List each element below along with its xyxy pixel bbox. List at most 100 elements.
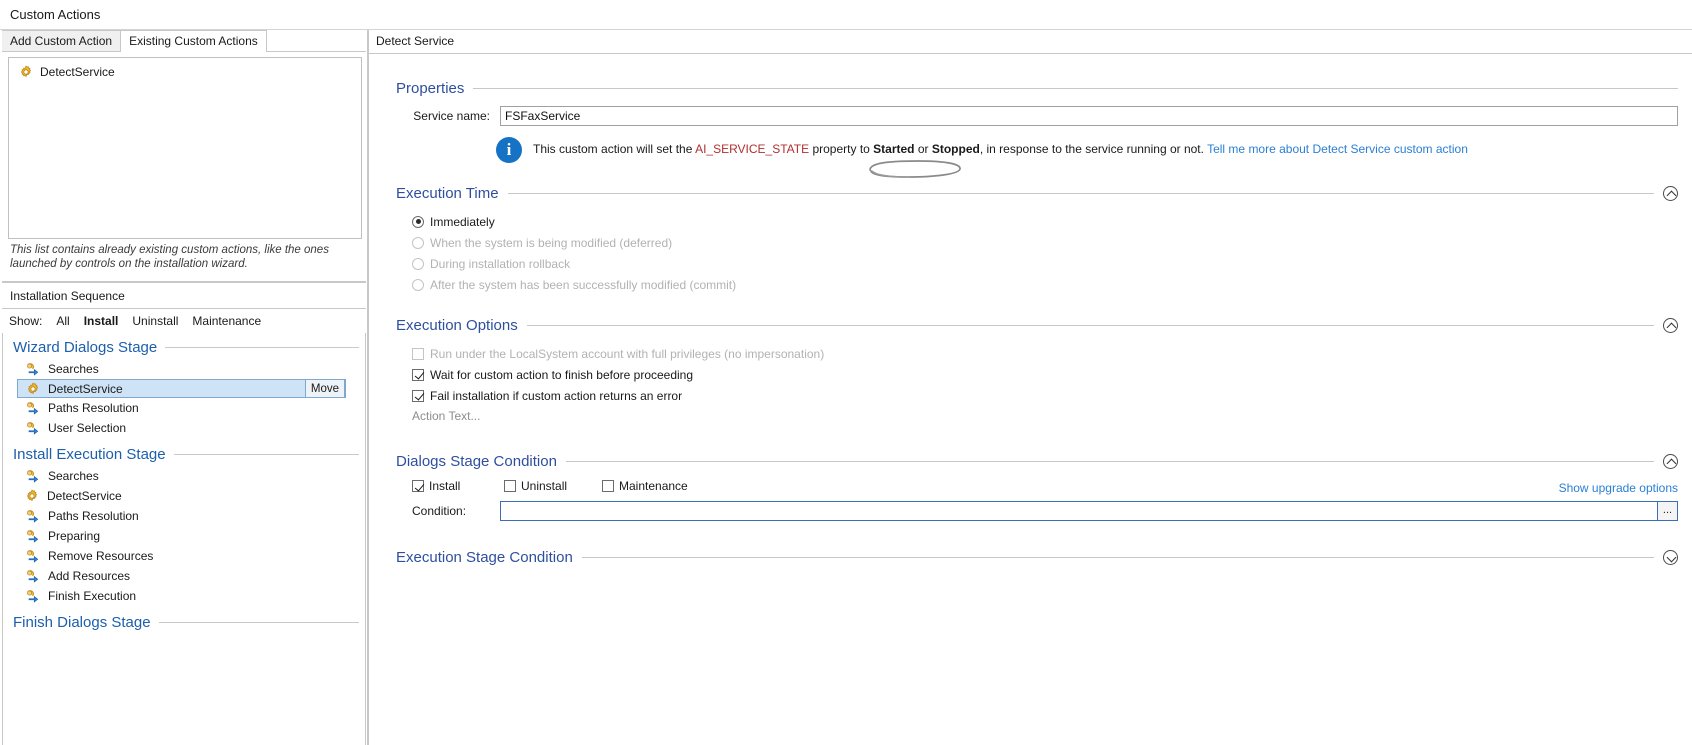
list-item-label: DetectService: [40, 65, 115, 79]
sequence-item-paths-resolution[interactable]: Paths Resolution: [3, 398, 365, 418]
condition-browse-button[interactable]: ...: [1658, 501, 1678, 521]
sequence-item-remove-resources[interactable]: Remove Resources: [3, 546, 365, 566]
checkbox-maintenance[interactable]: [602, 480, 614, 492]
tab-add-custom-action[interactable]: Add Custom Action: [2, 30, 122, 51]
info-text-or: or: [914, 142, 932, 156]
show-filter-maintenance[interactable]: Maintenance: [192, 314, 261, 328]
main-split-container: Add Custom Action Existing Custom Action…: [0, 30, 1692, 745]
checkbox-row-localsystem[interactable]: Run under the LocalSystem account with f…: [396, 343, 1678, 364]
sequence-item-label: Remove Resources: [48, 549, 154, 563]
chevron-up-icon[interactable]: [1663, 454, 1678, 469]
stage-header-label: Install Execution Stage: [13, 445, 166, 463]
checkbox-install[interactable]: [412, 480, 424, 492]
existing-custom-actions-list[interactable]: DetectService: [8, 57, 362, 239]
dialogs-stage-condition-checks: Install Uninstall Maintenance Show upgra…: [396, 479, 1678, 495]
radio-commit[interactable]: [412, 278, 424, 291]
info-state-stopped: Stopped: [931, 142, 980, 156]
checkbox-row-fail[interactable]: Fail installation if custom action retur…: [396, 385, 1678, 406]
checkbox-row-maintenance[interactable]: Maintenance: [602, 479, 688, 493]
radio-rollback[interactable]: [412, 257, 424, 270]
show-filter-install[interactable]: Install: [84, 314, 119, 328]
section-dialogs-stage-condition-title: Dialogs Stage Condition: [396, 453, 557, 470]
gear-icon: [20, 65, 32, 78]
info-property-name: AI_SERVICE_STATE: [695, 142, 810, 156]
sequence-item-detectservice-selected[interactable]: DetectService Move: [17, 379, 346, 398]
stage-header-wizard-dialogs: Wizard Dialogs Stage: [3, 335, 365, 359]
section-execution-time-title: Execution Time: [396, 185, 499, 202]
radio-deferred-label: When the system is being modified (defer…: [430, 235, 673, 250]
sequence-item-add-resources[interactable]: Add Resources: [3, 566, 365, 586]
sequence-item-preparing[interactable]: Preparing: [3, 526, 365, 546]
sequence-item-label: Preparing: [48, 529, 101, 543]
show-upgrade-options-link[interactable]: Show upgrade options: [1559, 481, 1678, 495]
radio-immediately[interactable]: [412, 215, 424, 228]
sequence-item-label: DetectService: [48, 381, 123, 396]
checkbox-uninstall[interactable]: [504, 480, 516, 492]
action-arrow-icon: [27, 590, 39, 603]
action-arrow-icon: [27, 510, 39, 523]
chevron-down-icon[interactable]: [1663, 550, 1678, 565]
installation-sequence-list[interactable]: Wizard Dialogs Stage Searches DetectServ…: [2, 333, 366, 745]
checkbox-row-uninstall[interactable]: Uninstall: [504, 479, 602, 493]
sequence-item-label: Paths Resolution: [48, 509, 139, 523]
detect-service-help-link[interactable]: Tell me more about Detect Service custom…: [1207, 142, 1468, 156]
checkbox-localsystem[interactable]: [412, 347, 424, 360]
chevron-up-icon[interactable]: [1663, 318, 1678, 333]
gear-icon: [26, 489, 38, 502]
section-rule: [507, 193, 1654, 194]
condition-row: Condition: ...: [396, 501, 1678, 521]
sequence-item-label: DetectService: [47, 489, 122, 503]
move-button[interactable]: Move: [304, 379, 345, 398]
show-filter-row: Show: All Install Uninstall Maintenance: [2, 309, 366, 333]
section-execution-options-title: Execution Options: [396, 317, 518, 334]
service-name-input[interactable]: [500, 106, 1678, 126]
radio-row-deferred[interactable]: When the system is being modified (defer…: [396, 232, 1678, 253]
window-title: Custom Actions: [10, 7, 101, 22]
checkbox-wait-for-finish[interactable]: [412, 368, 424, 381]
sequence-item-detectservice-exec[interactable]: DetectService: [3, 486, 365, 506]
right-pane: Detect Service Properties Service name:: [368, 30, 1692, 745]
show-filter-label: Show:: [9, 314, 43, 328]
action-arrow-icon: [27, 550, 39, 563]
info-text-part1: This custom action will set the: [533, 142, 696, 156]
tab-existing-custom-actions[interactable]: Existing Custom Actions: [120, 30, 267, 52]
sequence-item-label: Searches: [48, 469, 99, 483]
service-name-row: Service name:: [396, 106, 1678, 126]
checkbox-fail-label: Fail installation if custom action retur…: [430, 388, 683, 403]
radio-immediately-label: Immediately: [430, 214, 495, 229]
radio-row-immediately[interactable]: Immediately: [396, 211, 1678, 232]
action-text-link[interactable]: Action Text...: [396, 409, 1678, 423]
radio-row-rollback[interactable]: During installation rollback: [396, 253, 1678, 274]
chevron-up-icon[interactable]: [1663, 186, 1678, 201]
radio-deferred[interactable]: [412, 236, 424, 249]
checkbox-row-wait[interactable]: Wait for custom action to finish before …: [396, 364, 1678, 385]
show-filter-all[interactable]: All: [56, 314, 69, 328]
action-arrow-icon: [27, 470, 39, 483]
sequence-item-user-selection[interactable]: User Selection: [3, 418, 365, 438]
sequence-item-searches-exec[interactable]: Searches: [3, 466, 365, 486]
checkbox-fail-on-error[interactable]: [412, 389, 424, 402]
gear-icon: [27, 382, 39, 394]
show-filter-uninstall[interactable]: Uninstall: [132, 314, 178, 328]
list-item[interactable]: DetectService: [11, 62, 359, 82]
condition-input[interactable]: [500, 501, 1658, 521]
checkbox-wait-label: Wait for custom action to finish before …: [430, 367, 694, 382]
tab-add-custom-action-label: Add Custom Action: [10, 34, 113, 48]
sequence-item-label: Paths Resolution: [48, 401, 139, 415]
sequence-item-finish-execution[interactable]: Finish Execution: [3, 586, 365, 606]
condition-label: Condition:: [412, 504, 467, 518]
detail-pane-body: Properties Service name: i This custom a…: [368, 54, 1692, 745]
sequence-item-paths-resolution-exec[interactable]: Paths Resolution: [3, 506, 365, 526]
sequence-item-searches[interactable]: Searches: [3, 359, 365, 379]
stage-header-rule: [173, 453, 359, 455]
radio-row-commit[interactable]: After the system has been successfully m…: [396, 274, 1678, 295]
action-arrow-icon: [27, 363, 39, 376]
window-title-bar: Custom Actions: [0, 0, 1692, 30]
section-rule: [581, 557, 1654, 558]
info-icon: i: [496, 137, 522, 163]
section-execution-time: Execution Time: [396, 185, 1678, 202]
stage-header-label: Wizard Dialogs Stage: [13, 338, 158, 356]
stage-header-rule: [158, 621, 359, 623]
checkbox-row-install[interactable]: Install: [412, 479, 504, 493]
radio-commit-label: After the system has been successfully m…: [430, 277, 737, 292]
